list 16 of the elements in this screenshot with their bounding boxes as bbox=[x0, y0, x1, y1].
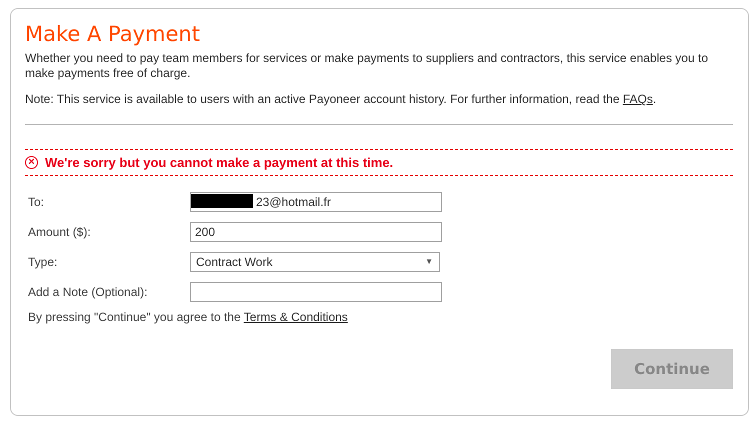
input-field[interactable]: 200 bbox=[190, 222, 442, 242]
terms-sentence: By pressing "Continue" you agree to the Terms & Conditions bbox=[27, 310, 349, 324]
intro-paragraph: Whether you need to pay team members for services or make payments to suppliers and contractors, this service enables you to make payments free of charge. bbox=[25, 51, 709, 80]
error-message: We're sorry but you cannot make a payment at this time. bbox=[45, 154, 394, 170]
note-paragraph: Note: This service is available to users with an active Payoneer account history. For further information, read the FAQs. bbox=[25, 92, 658, 106]
redaction-bar bbox=[191, 194, 253, 208]
error-icon: × bbox=[25, 156, 38, 168]
terms-link[interactable]: Terms & Conditions bbox=[244, 310, 348, 324]
input-field[interactable] bbox=[190, 282, 442, 302]
page-title: Make A Payment bbox=[25, 21, 201, 47]
type-dropdown[interactable]: Contract Work ▼ bbox=[190, 252, 440, 272]
faqs-link[interactable]: FAQs bbox=[622, 92, 653, 106]
field-label: To: bbox=[28, 194, 46, 208]
field-label: Type: bbox=[28, 254, 58, 268]
field-label: Amount ($): bbox=[28, 224, 92, 238]
field-label: Add a Note (Optional): bbox=[28, 284, 148, 298]
